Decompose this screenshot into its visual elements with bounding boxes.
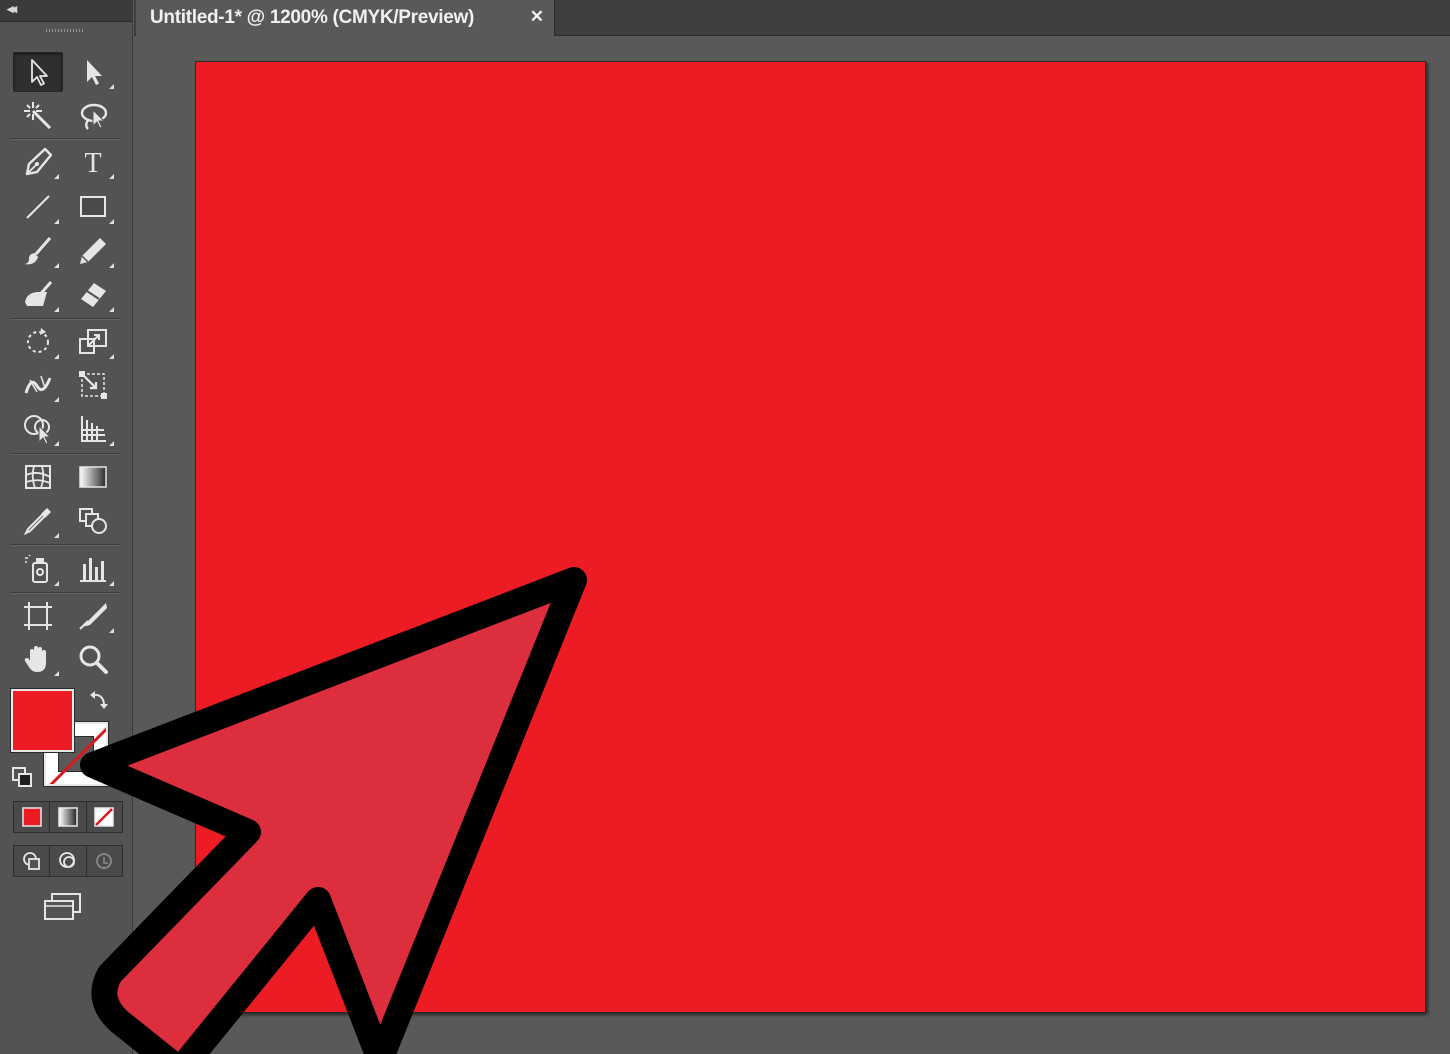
free-transform-tool[interactable] bbox=[68, 365, 118, 405]
column-graph-icon bbox=[80, 558, 106, 582]
color-mode-row bbox=[13, 801, 123, 833]
mesh-icon bbox=[25, 465, 51, 489]
direct-selection-tool[interactable] bbox=[68, 52, 118, 92]
scale-tool[interactable] bbox=[68, 322, 118, 362]
rectangle-tool[interactable] bbox=[68, 187, 118, 227]
direct-selection-arrow-icon bbox=[87, 60, 102, 85]
draw-normal-button[interactable] bbox=[14, 846, 51, 876]
tool-separator bbox=[10, 453, 120, 455]
gradient-mode-icon bbox=[58, 807, 78, 827]
tools-panel: ◂◂ T bbox=[0, 0, 133, 1054]
artboard[interactable] bbox=[195, 61, 1426, 1013]
slice-tool[interactable] bbox=[68, 596, 118, 636]
hand-icon bbox=[24, 646, 46, 672]
document-tab[interactable]: Untitled-1* @ 1200% (CMYK/Preview) ✕ bbox=[136, 0, 555, 36]
gradient-mode-button[interactable] bbox=[50, 802, 87, 832]
free-transform-icon bbox=[79, 371, 107, 399]
document-tab-bar: Untitled-1* @ 1200% (CMYK/Preview) ✕ bbox=[134, 0, 1450, 36]
none-mode-button[interactable] bbox=[87, 802, 122, 832]
draw-normal-icon bbox=[22, 852, 40, 870]
color-mode-button[interactable] bbox=[14, 802, 51, 832]
pen-icon bbox=[25, 147, 53, 176]
pencil-tool[interactable] bbox=[68, 231, 118, 271]
type-tool[interactable]: T bbox=[68, 142, 118, 182]
tool-separator bbox=[10, 544, 120, 546]
blend-icon bbox=[79, 508, 107, 534]
perspective-grid-tool[interactable] bbox=[68, 409, 118, 449]
blend-tool[interactable] bbox=[68, 501, 118, 541]
draw-mode-row bbox=[13, 845, 123, 877]
selection-tool[interactable] bbox=[13, 52, 63, 92]
column-graph-tool[interactable] bbox=[68, 549, 118, 589]
mesh-tool[interactable] bbox=[13, 457, 63, 497]
width-icon bbox=[24, 375, 52, 394]
gradient-icon bbox=[79, 466, 107, 488]
default-fill-stroke-icon[interactable] bbox=[10, 765, 34, 789]
tool-separator bbox=[10, 318, 120, 320]
line-icon bbox=[26, 195, 50, 219]
zoom-icon bbox=[79, 645, 108, 674]
scale-icon bbox=[79, 329, 107, 354]
magic-wand-icon bbox=[24, 102, 52, 130]
rotate-tool[interactable] bbox=[13, 322, 63, 362]
tool-separator bbox=[10, 138, 120, 140]
draw-behind-button[interactable] bbox=[50, 846, 87, 876]
panel-grip[interactable] bbox=[46, 29, 84, 32]
selection-arrow-icon bbox=[31, 59, 48, 86]
rotate-icon bbox=[27, 328, 49, 353]
line-segment-tool[interactable] bbox=[13, 187, 63, 227]
zoom-tool[interactable] bbox=[68, 639, 118, 679]
canvas-area[interactable] bbox=[134, 36, 1450, 1054]
perspective-grid-icon bbox=[81, 416, 106, 442]
svg-text:T: T bbox=[84, 148, 101, 179]
collapse-panel-icon[interactable]: ◂◂ bbox=[7, 1, 17, 17]
shape-builder-tool[interactable] bbox=[13, 409, 63, 449]
hand-tool[interactable] bbox=[13, 639, 63, 679]
symbol-sprayer-tool[interactable] bbox=[13, 549, 63, 589]
rectangle-icon bbox=[80, 196, 106, 217]
color-mode-icon bbox=[21, 807, 42, 827]
none-mode-icon bbox=[94, 807, 115, 827]
paintbrush-tool[interactable] bbox=[13, 231, 63, 271]
close-tab-icon[interactable]: ✕ bbox=[530, 7, 544, 27]
eyedropper-icon bbox=[23, 508, 51, 536]
fill-swatch[interactable] bbox=[11, 689, 74, 752]
lasso-icon bbox=[80, 103, 108, 130]
pen-tool[interactable] bbox=[13, 142, 63, 182]
symbol-sprayer-icon bbox=[25, 554, 48, 583]
swap-fill-stroke-icon[interactable] bbox=[88, 689, 110, 711]
shape-builder-icon bbox=[24, 415, 52, 445]
width-tool[interactable] bbox=[13, 365, 63, 405]
artboard-tool[interactable] bbox=[13, 596, 63, 636]
eraser-icon bbox=[81, 283, 106, 307]
screen-mode-icon[interactable] bbox=[42, 892, 84, 924]
pencil-icon bbox=[80, 238, 106, 264]
eraser-tool[interactable] bbox=[68, 275, 118, 315]
blob-brush-icon bbox=[25, 281, 53, 306]
draw-inside-button[interactable] bbox=[87, 846, 122, 876]
slice-icon bbox=[79, 603, 107, 630]
draw-behind-icon bbox=[59, 852, 75, 868]
tool-separator bbox=[10, 592, 120, 594]
draw-inside-icon bbox=[96, 853, 113, 869]
tools-panel-header: ◂◂ bbox=[0, 0, 133, 22]
gradient-tool[interactable] bbox=[68, 457, 118, 497]
blob-brush-tool[interactable] bbox=[13, 275, 63, 315]
paintbrush-icon bbox=[24, 237, 52, 265]
magic-wand-tool[interactable] bbox=[13, 96, 63, 136]
type-icon: T bbox=[84, 148, 101, 179]
document-tab-title: Untitled-1* @ 1200% (CMYK/Preview) bbox=[150, 7, 475, 28]
eyedropper-tool[interactable] bbox=[13, 501, 63, 541]
lasso-tool[interactable] bbox=[68, 96, 118, 136]
artboard-icon bbox=[24, 602, 52, 630]
